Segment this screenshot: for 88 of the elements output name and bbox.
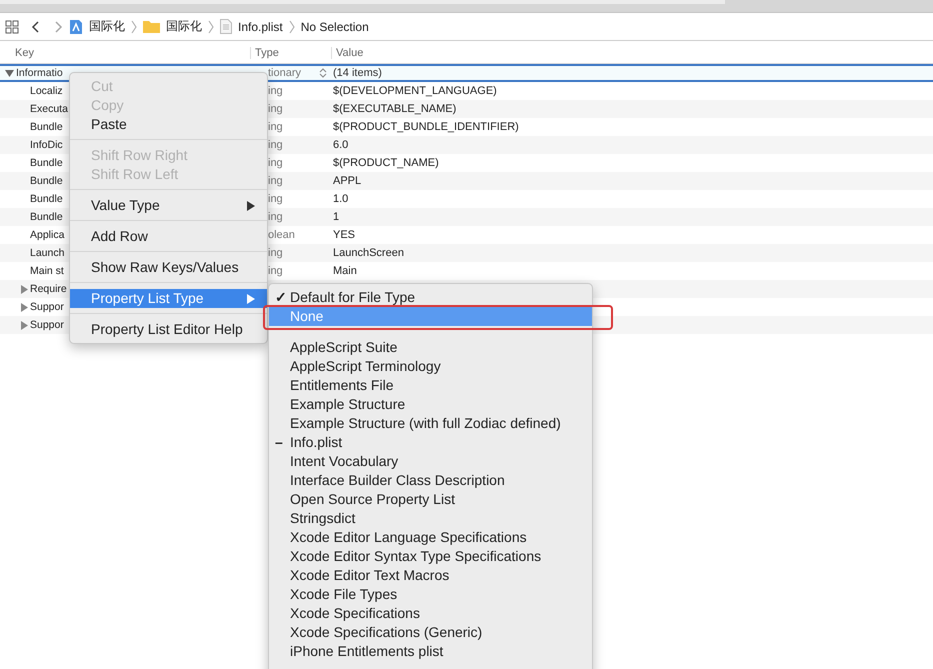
table-cell: ing xyxy=(268,139,283,151)
submenu-arrow-icon xyxy=(247,201,255,211)
table-cell: Informatio xyxy=(16,67,63,79)
table-cell: ing xyxy=(268,103,283,115)
disclosure-icon[interactable] xyxy=(20,320,28,330)
grid-icon[interactable] xyxy=(5,20,19,34)
menu-item[interactable]: Stringsdict xyxy=(269,509,592,528)
menu-item[interactable]: Intent Vocabulary xyxy=(269,452,592,471)
disclosure-icon[interactable] xyxy=(20,284,28,294)
table-cell: $(EXECUTABLE_NAME) xyxy=(333,103,456,115)
menu-item[interactable]: Example Structure (with full Zodiac defined) xyxy=(269,414,592,433)
breadcrumb[interactable]: 国际化 xyxy=(89,18,125,35)
chevron-icon xyxy=(288,20,295,34)
menu-item[interactable]: ✓ Default for File Type xyxy=(269,288,592,307)
menu-item[interactable]: Xcode Specifications (Generic) xyxy=(269,623,592,642)
menu-item[interactable]: Open Source Property List xyxy=(269,490,592,509)
table-cell: Executa xyxy=(30,103,68,115)
menu-item[interactable]: Value Type xyxy=(70,196,267,215)
menu-item[interactable]: – Info.plist xyxy=(269,433,592,452)
table-cell: ing xyxy=(268,193,283,205)
column-header[interactable]: Key xyxy=(0,47,251,59)
menu-item[interactable]: Example Structure xyxy=(269,395,592,414)
table-cell: Launch xyxy=(30,247,64,259)
menu-item[interactable]: Interface Builder Class Description xyxy=(269,471,592,490)
menu-item[interactable]: Paste xyxy=(70,115,267,134)
table-cell: 6.0 xyxy=(333,139,348,151)
table-cell: Applica xyxy=(30,229,64,241)
table-cell: Require xyxy=(30,283,67,295)
table-cell: YES xyxy=(333,229,356,241)
menu-item[interactable]: Xcode Editor Text Macros xyxy=(269,566,592,585)
table-cell: ing xyxy=(268,247,283,259)
table-cell: tionary xyxy=(268,67,302,79)
disclosure-icon[interactable] xyxy=(5,69,14,77)
table-cell: ing xyxy=(268,157,283,169)
chevron-icon xyxy=(131,20,137,34)
file-icon xyxy=(220,19,232,34)
menu-item-mark: – xyxy=(275,433,283,452)
forward-icon[interactable] xyxy=(53,20,63,34)
table-cell: Bundle xyxy=(30,193,63,205)
table-cell: Bundle xyxy=(30,211,63,223)
menu-item[interactable]: Add Row xyxy=(70,227,267,246)
table-cell: ing xyxy=(268,211,283,223)
menu-item[interactable]: Xcode File Types xyxy=(269,585,592,604)
table-cell: Bundle xyxy=(30,157,63,169)
table-cell: $(PRODUCT_NAME) xyxy=(333,157,439,169)
table-cell: ing xyxy=(268,175,283,187)
menu-item[interactable]: AppleScript Suite xyxy=(269,338,592,357)
project-icon xyxy=(69,18,83,34)
table-cell: Bundle xyxy=(30,175,63,187)
column-header[interactable]: Value xyxy=(332,47,364,59)
table-cell: 1 xyxy=(333,211,340,223)
table-cell: Suppor xyxy=(30,301,64,313)
table-cell: Main st xyxy=(30,265,64,277)
breadcrumb[interactable]: Info.plist xyxy=(238,20,283,34)
folder-icon xyxy=(143,20,160,33)
submenu-arrow-icon xyxy=(247,294,255,304)
breadcrumb[interactable]: 国际化 xyxy=(166,18,202,35)
back-icon[interactable] xyxy=(31,20,41,34)
menu-item[interactable]: Xcode Editor Language Specifications xyxy=(269,528,592,547)
menu-item[interactable]: Property List Editor Help xyxy=(70,320,267,339)
chevron-icon xyxy=(208,20,214,34)
table-cell: ing xyxy=(268,265,283,277)
table-cell: $(PRODUCT_BUNDLE_IDENTIFIER) xyxy=(333,121,519,133)
table-cell: Main xyxy=(333,265,357,277)
menu-item[interactable]: Xcode Specifications xyxy=(269,604,592,623)
table-cell: LaunchScreen xyxy=(333,247,404,259)
table-cell: 1.0 xyxy=(333,193,348,205)
menu-item[interactable]: iPhone Entitlements plist xyxy=(269,642,592,661)
table-cell: $(DEVELOPMENT_LANGUAGE) xyxy=(333,85,497,97)
table-cell: ing xyxy=(268,121,283,133)
column-header[interactable]: Type xyxy=(251,47,332,59)
menu-item-mark: ✓ xyxy=(275,288,287,307)
menu-item[interactable]: AppleScript Terminology xyxy=(269,357,592,376)
menu-item[interactable]: Property List Type xyxy=(70,289,267,308)
table-cell: Bundle xyxy=(30,121,63,133)
disclosure-icon[interactable] xyxy=(20,302,28,312)
table-cell: Localiz xyxy=(30,85,63,97)
menu-item[interactable]: Show Raw Keys/Values xyxy=(70,258,267,277)
table-cell: (14 items) xyxy=(333,67,382,79)
breadcrumb[interactable]: No Selection xyxy=(300,20,369,34)
menu-item[interactable]: Xcode Editor Syntax Type Specifications xyxy=(269,547,592,566)
table-cell: APPL xyxy=(333,175,362,187)
menu-item[interactable]: Entitlements File xyxy=(269,376,592,395)
table-cell: InfoDic xyxy=(30,139,63,151)
table-cell: Suppor xyxy=(30,319,64,331)
stepper-icon[interactable] xyxy=(319,67,327,79)
table-cell: ing xyxy=(268,85,283,97)
table-cell: olean xyxy=(268,229,295,241)
